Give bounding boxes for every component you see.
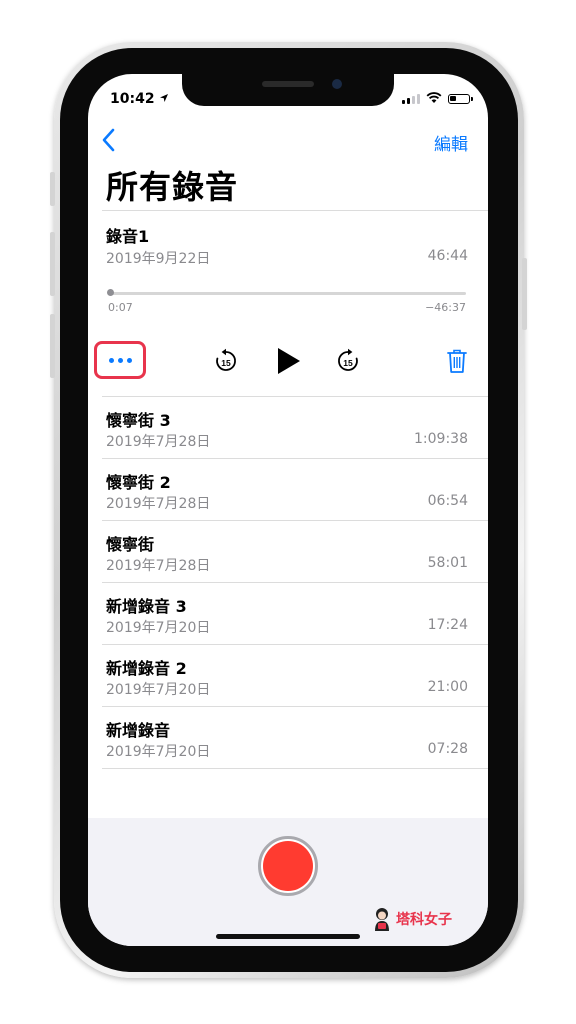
home-indicator[interactable] [216, 934, 360, 939]
side-button-left-1 [50, 172, 55, 206]
recording-name: 新增錄音 [106, 721, 171, 740]
side-button-left-2 [50, 232, 55, 296]
skip-back-15-icon[interactable]: 15 [214, 348, 238, 374]
more-ellipsis-icon [108, 357, 114, 363]
watermark: 塔科女子 [372, 907, 452, 931]
speaker [262, 81, 314, 87]
recording-duration: 17:24 [427, 617, 468, 633]
play-button[interactable] [276, 346, 302, 376]
scrubber-knob[interactable] [106, 289, 114, 296]
recording-date: 2019年7月20日 [106, 744, 211, 760]
recording-date: 2019年7月28日 [106, 558, 211, 574]
divider [102, 582, 488, 583]
back-chevron-icon[interactable] [98, 126, 122, 154]
status-indicators [402, 92, 473, 104]
divider [102, 458, 488, 459]
recording-date: 2019年7月20日 [106, 620, 211, 636]
side-button-right [522, 258, 527, 330]
skip-back-seconds: 15 [221, 358, 231, 368]
watermark-girl-logo [375, 908, 389, 931]
play-icon [278, 348, 300, 374]
recording-duration: 21:00 [427, 679, 468, 695]
cellular-signal-icon [402, 93, 420, 104]
recording-name: 懷寧街 2 [106, 473, 171, 492]
record-button[interactable] [258, 836, 318, 896]
location-arrow-icon [160, 94, 169, 102]
notch [182, 74, 394, 106]
recording-name: 錄音1 [106, 227, 150, 246]
divider [102, 644, 488, 645]
recording-duration: 06:54 [427, 493, 468, 509]
recording-duration: 46:44 [427, 248, 468, 264]
divider [102, 768, 488, 769]
screen: 10:42 編輯 所有錄音 錄音1 2019年9月22日 46:44 0:07 … [88, 74, 488, 946]
divider [102, 520, 488, 521]
playback-scrubber[interactable] [108, 292, 466, 295]
recording-name: 新增錄音 2 [106, 659, 187, 678]
skip-forward-seconds: 15 [343, 358, 353, 368]
wifi-icon [426, 92, 442, 103]
recording-duration: 58:01 [427, 555, 468, 571]
page-title: 所有錄音 [106, 168, 239, 206]
more-options-button[interactable] [94, 341, 146, 379]
divider [102, 396, 488, 397]
status-time: 10:42 [110, 91, 169, 107]
recording-name: 新增錄音 3 [106, 597, 187, 616]
recording-date: 2019年7月28日 [106, 434, 211, 450]
trash-icon[interactable] [446, 348, 468, 374]
divider [102, 706, 488, 707]
front-camera [332, 79, 342, 89]
record-dot [263, 841, 313, 891]
elapsed-time: 0:07 [108, 301, 133, 314]
remaining-time: −46:37 [425, 301, 466, 314]
recording-name: 懷寧街 [106, 535, 155, 554]
watermark-text: 塔科女子 [396, 912, 452, 928]
skip-forward-15-icon[interactable]: 15 [336, 348, 360, 374]
recording-date: 2019年9月22日 [106, 251, 211, 267]
recording-duration: 1:09:38 [414, 431, 468, 447]
recording-date: 2019年7月20日 [106, 682, 211, 698]
battery-icon [448, 94, 473, 104]
divider [102, 210, 488, 211]
side-button-left-3 [50, 314, 55, 378]
edit-button[interactable]: 編輯 [434, 130, 468, 155]
recording-date: 2019年7月28日 [106, 496, 211, 512]
recording-duration: 07:28 [427, 741, 468, 757]
recording-name: 懷寧街 3 [106, 411, 171, 430]
